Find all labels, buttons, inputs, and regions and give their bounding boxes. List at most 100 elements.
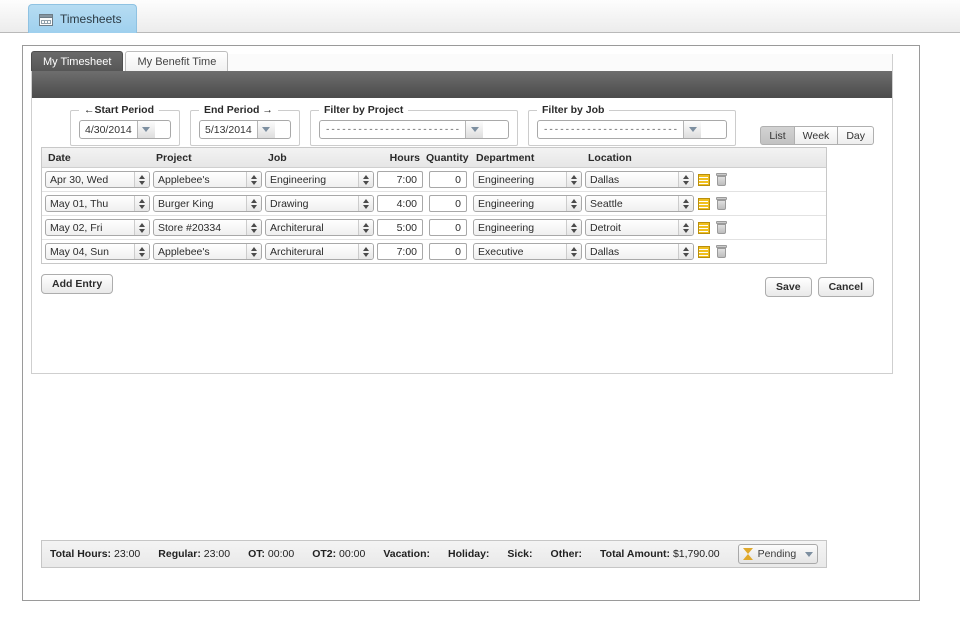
note-icon[interactable]: [698, 197, 710, 210]
cancel-button[interactable]: Cancel: [817, 277, 874, 297]
project-select[interactable]: Store #20334: [153, 219, 262, 236]
department-select[interactable]: Executive: [473, 243, 582, 260]
hours-input[interactable]: 7:00: [377, 171, 423, 188]
start-period-select[interactable]: 4/30/2014: [79, 120, 171, 139]
chevron-down-icon: [142, 127, 151, 132]
quantity-input[interactable]: 0: [429, 171, 467, 188]
spinner-icon[interactable]: [134, 220, 149, 235]
cell-hours: 7:00: [374, 243, 426, 260]
tab-my-benefit-time[interactable]: My Benefit Time: [125, 51, 229, 71]
filter-by-project-select[interactable]: -------------------------: [319, 120, 509, 139]
trash-icon[interactable]: [716, 197, 727, 210]
view-mode-week[interactable]: Week: [794, 126, 839, 145]
spinner-icon[interactable]: [358, 196, 373, 211]
project-select[interactable]: Burger King: [153, 195, 262, 212]
spinner-icon[interactable]: [246, 172, 261, 187]
cell-job: Architerural: [262, 219, 374, 236]
tab-my-benefit-time-label: My Benefit Time: [137, 55, 217, 68]
hours-input[interactable]: 7:00: [377, 243, 423, 260]
view-mode-list[interactable]: List: [760, 126, 795, 145]
department-select[interactable]: Engineering: [473, 195, 582, 212]
filter-by-project-value: -------------------------: [325, 124, 461, 135]
trash-icon[interactable]: [716, 173, 727, 186]
spinner-icon[interactable]: [678, 196, 693, 211]
spinner-icon[interactable]: [246, 220, 261, 235]
location-select[interactable]: Detroit: [585, 219, 694, 236]
department-select[interactable]: Engineering: [473, 171, 582, 188]
quantity-input[interactable]: 0: [429, 195, 467, 212]
end-period-select[interactable]: 5/13/2014: [199, 120, 291, 139]
trash-icon[interactable]: [716, 221, 727, 234]
holiday-label: Holiday:: [448, 548, 490, 560]
date-value: May 01, Thu: [50, 197, 109, 210]
project-select[interactable]: Applebee's: [153, 243, 262, 260]
cell-job: Engineering: [262, 171, 374, 188]
quantity-input[interactable]: 0: [429, 219, 467, 236]
filter-by-job-dropdown-button[interactable]: [683, 121, 702, 138]
app-tab-timesheets[interactable]: Timesheets: [28, 4, 137, 33]
total-hours-value: 23:00: [113, 548, 141, 560]
location-select[interactable]: Dallas: [585, 171, 694, 188]
spinner-icon[interactable]: [358, 244, 373, 259]
job-select[interactable]: Drawing: [265, 195, 374, 212]
add-entry-button[interactable]: Add Entry: [41, 274, 114, 294]
job-select[interactable]: Architerural: [265, 243, 374, 260]
end-period-legend: End Period →: [204, 104, 273, 116]
status-value: Pending: [757, 548, 797, 560]
grid-header-row: Date Project Job Hours Quantity Departme…: [42, 148, 826, 168]
department-select[interactable]: Engineering: [473, 219, 582, 236]
date-select[interactable]: Apr 30, Wed: [45, 171, 150, 188]
location-value: Dallas: [590, 173, 620, 186]
spinner-icon[interactable]: [678, 220, 693, 235]
spinner-icon[interactable]: [246, 196, 261, 211]
note-icon[interactable]: [698, 221, 710, 234]
end-period-dropdown-button[interactable]: [256, 121, 275, 138]
start-period-dropdown-button[interactable]: [136, 121, 155, 138]
date-select[interactable]: May 02, Fri: [45, 219, 150, 236]
job-select[interactable]: Architerural: [265, 219, 374, 236]
cell-job: Drawing: [262, 195, 374, 212]
project-select[interactable]: Applebee's: [153, 171, 262, 188]
hours-input[interactable]: 5:00: [377, 219, 423, 236]
filter-by-job-select[interactable]: -------------------------: [537, 120, 727, 139]
job-value: Engineering: [270, 173, 327, 186]
spinner-icon[interactable]: [134, 172, 149, 187]
trash-icon[interactable]: [716, 245, 727, 258]
view-mode-day[interactable]: Day: [838, 126, 874, 145]
vacation-label: Vacation:: [383, 548, 430, 560]
hours-input[interactable]: 4:00: [377, 195, 423, 212]
regular-label: Regular:: [158, 548, 201, 560]
spinner-icon[interactable]: [134, 244, 149, 259]
project-value: Applebee's: [158, 173, 210, 186]
filter-by-project-dropdown-button[interactable]: [465, 121, 484, 138]
spinner-icon[interactable]: [566, 220, 581, 235]
filter-by-job-legend: Filter by Job: [542, 104, 605, 116]
spinner-icon[interactable]: [134, 196, 149, 211]
location-value: Detroit: [590, 221, 621, 234]
save-button[interactable]: Save: [765, 277, 812, 297]
table-row: May 01, Thu Burger King Drawing 4:00 0 E…: [42, 192, 826, 216]
quantity-input[interactable]: 0: [429, 243, 467, 260]
status-select[interactable]: Pending: [737, 544, 818, 564]
tab-my-timesheet[interactable]: My Timesheet: [31, 51, 124, 71]
spinner-icon[interactable]: [678, 244, 693, 259]
location-select[interactable]: Dallas: [585, 243, 694, 260]
cell-department: Executive: [470, 243, 582, 260]
note-icon[interactable]: [698, 173, 710, 186]
spinner-icon[interactable]: [566, 244, 581, 259]
spinner-icon[interactable]: [678, 172, 693, 187]
date-select[interactable]: May 01, Thu: [45, 195, 150, 212]
app-tab-label: Timesheets: [60, 12, 122, 26]
spinner-icon[interactable]: [566, 196, 581, 211]
spinner-icon[interactable]: [358, 220, 373, 235]
spinner-icon[interactable]: [358, 172, 373, 187]
column-header-job: Job: [268, 151, 287, 164]
chevron-down-icon[interactable]: [805, 551, 813, 557]
job-select[interactable]: Engineering: [265, 171, 374, 188]
location-select[interactable]: Seattle: [585, 195, 694, 212]
note-icon[interactable]: [698, 245, 710, 258]
date-select[interactable]: May 04, Sun: [45, 243, 150, 260]
spinner-icon[interactable]: [566, 172, 581, 187]
filter-bar: ←Start Period 4/30/2014 End Period → 5/1…: [70, 104, 736, 146]
spinner-icon[interactable]: [246, 244, 261, 259]
